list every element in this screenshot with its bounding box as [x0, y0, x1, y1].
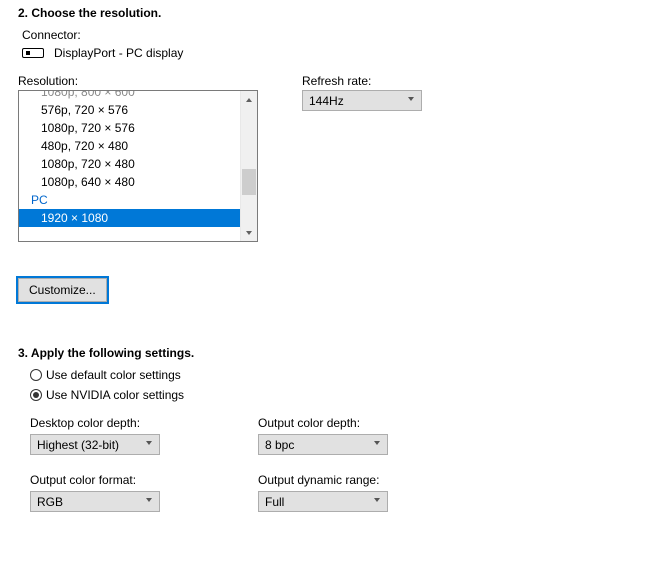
output-color-depth-value: 8 bpc — [265, 438, 294, 452]
output-dynamic-range-select[interactable]: Full — [258, 491, 388, 512]
output-color-format-value: RGB — [37, 495, 63, 509]
customize-button[interactable]: Customize... — [18, 278, 107, 302]
resolution-item[interactable]: 1080p, 720 × 480 — [19, 155, 240, 173]
connector-label: Connector: — [22, 28, 628, 42]
displayport-icon — [22, 48, 44, 58]
desktop-color-depth-select[interactable]: Highest (32-bit) — [30, 434, 160, 455]
refresh-rate-value: 144Hz — [309, 94, 344, 108]
radio-default-label: Use default color settings — [46, 368, 181, 382]
chevron-down-icon — [373, 439, 381, 450]
resolution-label: Resolution: — [18, 74, 258, 88]
radio-nvidia-label: Use NVIDIA color settings — [46, 388, 184, 402]
chevron-down-icon — [407, 95, 415, 106]
output-color-format-label: Output color format: — [30, 473, 230, 487]
desktop-color-depth-value: Highest (32-bit) — [37, 438, 119, 452]
resolution-item[interactable]: 1080p, 640 × 480 — [19, 173, 240, 191]
radio-icon — [30, 389, 42, 401]
radio-default-color[interactable]: Use default color settings — [30, 368, 628, 382]
radio-nvidia-color[interactable]: Use NVIDIA color settings — [30, 388, 628, 402]
scroll-up-icon[interactable] — [241, 91, 257, 108]
output-dynamic-range-label: Output dynamic range: — [258, 473, 458, 487]
chevron-down-icon — [373, 496, 381, 507]
connector-value: DisplayPort - PC display — [54, 46, 183, 60]
refresh-rate-label: Refresh rate: — [302, 74, 422, 88]
resolution-item[interactable]: 576p, 720 × 576 — [19, 101, 240, 119]
chevron-down-icon — [145, 439, 153, 450]
scrollbar[interactable] — [240, 91, 257, 241]
resolution-item[interactable]: 1080p, 800 × 600 — [19, 90, 240, 101]
scroll-down-icon[interactable] — [241, 224, 257, 241]
resolution-item[interactable]: 480p, 720 × 480 — [19, 137, 240, 155]
radio-icon — [30, 369, 42, 381]
output-color-depth-select[interactable]: 8 bpc — [258, 434, 388, 455]
output-dynamic-range-value: Full — [265, 495, 284, 509]
desktop-color-depth-label: Desktop color depth: — [30, 416, 230, 430]
resolution-item[interactable]: 1080p, 720 × 576 — [19, 119, 240, 137]
section-2-title: 2. Choose the resolution. — [18, 6, 628, 20]
chevron-down-icon — [145, 496, 153, 507]
section-3-title: 3. Apply the following settings. — [18, 346, 628, 360]
output-color-format-select[interactable]: RGB — [30, 491, 160, 512]
resolution-listbox[interactable]: 1080p, 800 × 600 576p, 720 × 576 1080p, … — [18, 90, 258, 242]
refresh-rate-select[interactable]: 144Hz — [302, 90, 422, 111]
resolution-group-pc: PC — [19, 191, 240, 209]
scrollbar-thumb[interactable] — [242, 169, 256, 195]
output-color-depth-label: Output color depth: — [258, 416, 458, 430]
resolution-item-selected[interactable]: 1920 × 1080 — [19, 209, 240, 227]
